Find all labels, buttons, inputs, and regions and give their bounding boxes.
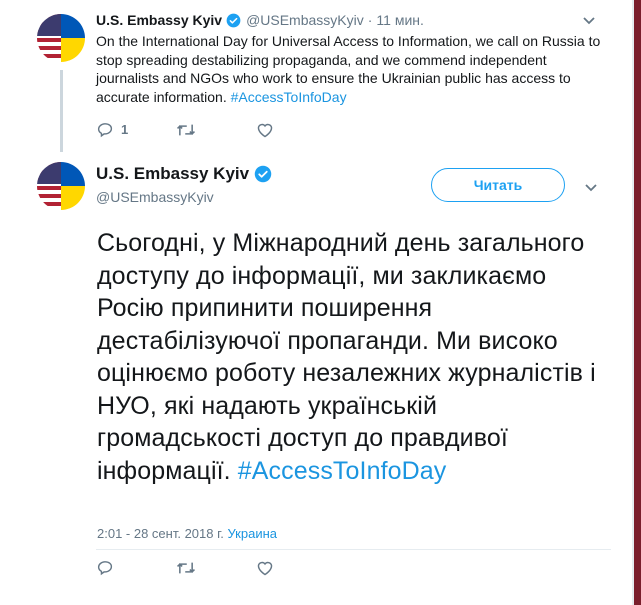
reply-icon — [96, 121, 114, 138]
like-button[interactable] — [256, 560, 336, 576]
author-name-row: U.S. Embassy Kyiv — [96, 164, 272, 184]
tweet-text: Сьогодні, у Міжнародний день загального … — [97, 227, 607, 487]
tweet-text: On the International Day for Universal A… — [96, 32, 601, 106]
author-name[interactable]: U.S. Embassy Kyiv — [96, 164, 249, 184]
author-name[interactable]: U.S. Embassy Kyiv — [96, 12, 222, 28]
reply-button[interactable] — [96, 559, 176, 576]
reply-count: 1 — [121, 122, 129, 137]
tweet-location[interactable]: Украина — [228, 526, 278, 541]
tweet-body: On the International Day for Universal A… — [96, 33, 601, 105]
avatar[interactable] — [37, 14, 85, 62]
verified-badge-icon — [226, 13, 241, 28]
tweet-actions: 1 — [96, 121, 336, 138]
avatar[interactable] — [37, 162, 85, 210]
tweet-actions — [96, 559, 336, 576]
chevron-down-icon[interactable] — [584, 181, 598, 193]
hashtag-link[interactable]: #AccessToInfoDay — [238, 457, 447, 485]
page-edge-strip — [634, 0, 641, 605]
chevron-down-icon[interactable] — [582, 14, 596, 26]
retweet-button[interactable] — [176, 560, 256, 576]
thread-connector-line — [60, 70, 63, 152]
retweet-icon — [176, 560, 196, 576]
hashtag-link[interactable]: #AccessToInfoDay — [231, 89, 347, 105]
follow-button[interactable]: Читать — [431, 168, 565, 202]
retweet-icon — [176, 122, 196, 138]
like-icon — [256, 122, 274, 138]
page-edge-border — [632, 0, 634, 605]
author-handle[interactable]: @USEmbassyKyiv — [246, 12, 364, 28]
divider — [96, 549, 611, 550]
like-icon — [256, 560, 274, 576]
tweet-meta: 2:01 - 28 сент. 2018 г. Украина — [97, 526, 277, 541]
tweet-time[interactable]: 11 мин. — [376, 12, 424, 28]
reply-icon — [96, 559, 114, 576]
retweet-button[interactable] — [176, 122, 256, 138]
tweet-timestamp[interactable]: 2:01 - 28 сент. 2018 г. — [97, 526, 224, 541]
like-button[interactable] — [256, 122, 336, 138]
reply-button[interactable]: 1 — [96, 121, 176, 138]
separator-dot: · — [367, 12, 373, 28]
tweet-header: U.S. Embassy Kyiv @USEmbassyKyiv · 11 ми… — [96, 10, 424, 30]
author-handle[interactable]: @USEmbassyKyiv — [96, 189, 214, 205]
tweet-body: Сьогодні, у Міжнародний день загального … — [97, 229, 596, 485]
verified-badge-icon — [254, 165, 272, 183]
